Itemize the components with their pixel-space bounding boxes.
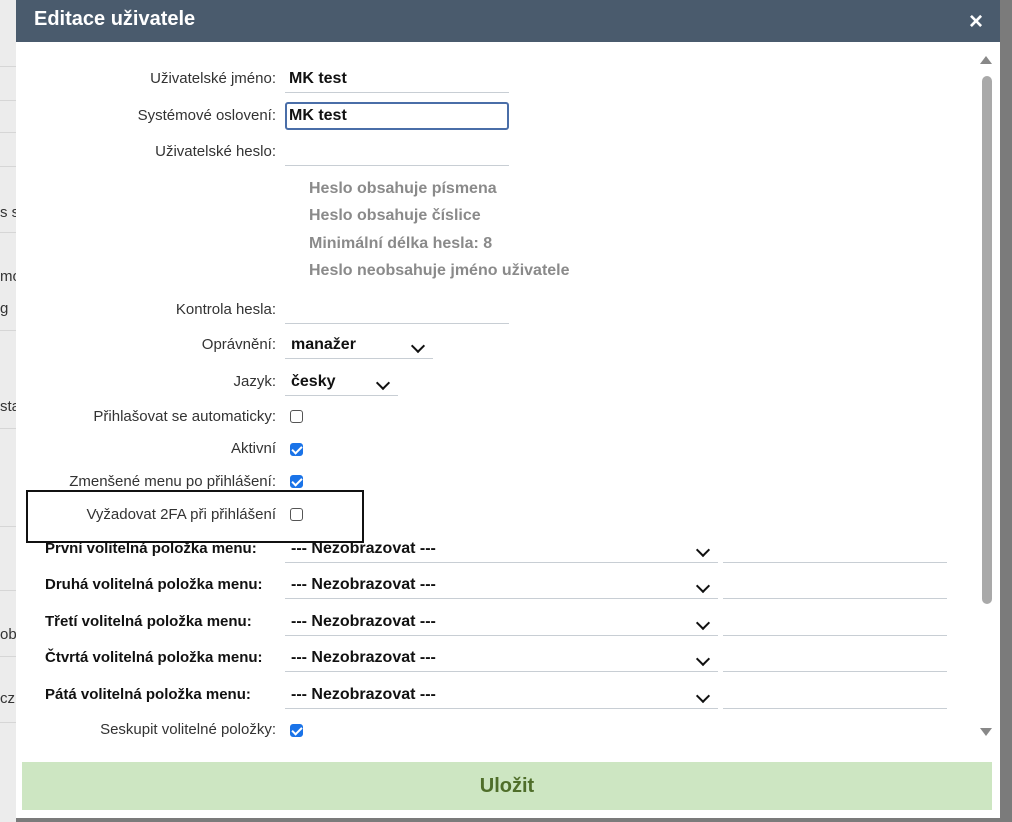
username-label: Uživatelské jméno: — [150, 70, 276, 87]
menu-item-1-extra-input[interactable] — [723, 535, 947, 563]
chevron-down-icon — [410, 338, 426, 354]
bg-row-divider — [0, 656, 16, 657]
menu-item-1-select[interactable]: --- Nezobrazovat --- — [285, 535, 718, 563]
menu-item-2-select[interactable]: --- Nezobrazovat --- — [285, 571, 718, 599]
role-label: Oprávnění: — [201, 336, 276, 353]
menu-item-2-value: --- Nezobrazovat --- — [291, 576, 436, 593]
bg-row-divider — [0, 428, 16, 429]
dialog-form: Uživatelské jméno: MK test Systémové osl… — [16, 42, 1000, 754]
bg-row-divider — [0, 132, 16, 133]
dialog-title: Editace uživatele — [34, 8, 196, 30]
require-2fa-checkbox[interactable] — [290, 508, 303, 521]
bg-text-fragment: g — [0, 300, 9, 317]
salutation-input[interactable]: MK test — [285, 102, 509, 130]
menu-item-3-value: --- Nezobrazovat --- — [291, 613, 436, 630]
role-select[interactable]: manažer — [285, 331, 433, 359]
active-checkbox[interactable] — [290, 443, 303, 456]
bg-row-divider — [0, 66, 16, 67]
password-check-label: Kontrola hesla: — [175, 301, 276, 318]
chevron-down-icon — [375, 375, 391, 391]
chevron-down-icon — [695, 542, 711, 558]
bg-row-divider — [0, 722, 16, 723]
password-check-input[interactable] — [285, 296, 509, 324]
scroll-up-arrow-icon[interactable] — [980, 56, 992, 64]
bg-row-divider — [0, 330, 16, 331]
bg-row-divider — [0, 232, 16, 233]
chevron-down-icon — [695, 651, 711, 667]
password-hint: Heslo obsahuje písmena — [309, 180, 497, 197]
scrollbar-thumb[interactable] — [982, 76, 992, 604]
require-2fa-label: Vyžadovat 2FA při přihlášení — [86, 506, 276, 523]
scroll-down-arrow-icon[interactable] — [980, 728, 992, 736]
chevron-down-icon — [695, 688, 711, 704]
password-hint: Heslo neobsahuje jméno uživatele — [309, 262, 570, 279]
menu-item-4-select[interactable]: --- Nezobrazovat --- — [285, 644, 718, 672]
chevron-down-icon — [695, 578, 711, 594]
language-label: Jazyk: — [233, 373, 276, 390]
username-input[interactable]: MK test — [285, 65, 509, 93]
menu-item-4-extra-input[interactable] — [723, 644, 947, 672]
menu-item-5-extra-input[interactable] — [723, 681, 947, 709]
menu-item-4-value: --- Nezobrazovat --- — [291, 649, 436, 666]
bg-text-fragment: ob — [0, 626, 16, 643]
menu-item-5-value: --- Nezobrazovat --- — [291, 686, 436, 703]
chevron-down-icon — [695, 615, 711, 631]
menu-item-3-label: Třetí volitelná položka menu: — [45, 613, 252, 630]
save-button[interactable]: Uložit — [22, 762, 992, 810]
menu-item-2-extra-input[interactable] — [723, 571, 947, 599]
menu-item-5-label: Pátá volitelná položka menu: — [45, 686, 251, 703]
bg-text-fragment: cz — [0, 690, 15, 707]
menu-item-1-label: První volitelná položka menu: — [45, 540, 257, 557]
bg-text-fragment: sta — [0, 398, 16, 415]
menu-item-5-select[interactable]: --- Nezobrazovat --- — [285, 681, 718, 709]
language-select-value: česky — [291, 373, 336, 390]
menu-item-2-label: Druhá volitelná položka menu: — [45, 576, 263, 593]
group-items-checkbox[interactable] — [290, 724, 303, 737]
bg-text-fragment: mo — [0, 268, 16, 285]
password-input[interactable] — [285, 138, 509, 166]
role-select-value: manažer — [291, 336, 356, 353]
bg-row-divider — [0, 526, 16, 527]
edit-user-dialog: Editace uživatele × Uživatelské jméno: M… — [16, 0, 1000, 818]
auto-login-label: Přihlašovat se automaticky: — [93, 408, 276, 425]
bg-row-divider — [0, 590, 16, 591]
active-label: Aktivní — [230, 440, 276, 457]
password-label: Uživatelské heslo: — [155, 143, 276, 160]
background-page: s s mo g sta ob cz — [0, 0, 16, 822]
bg-row-divider — [0, 166, 16, 167]
dialog-titlebar: Editace uživatele × — [16, 0, 1000, 42]
language-select[interactable]: česky — [285, 368, 398, 396]
bg-row-divider — [0, 100, 16, 101]
password-hint: Minimální délka hesla: 8 — [309, 235, 493, 252]
reduced-menu-label: Zmenšené menu po přihlášení: — [69, 473, 276, 490]
salutation-label: Systémové oslovení: — [137, 107, 276, 124]
bg-text-fragment: s s — [0, 204, 16, 221]
close-icon[interactable]: × — [954, 4, 998, 42]
menu-item-1-value: --- Nezobrazovat --- — [291, 540, 436, 557]
menu-item-4-label: Čtvrtá volitelná položka menu: — [45, 649, 263, 666]
auto-login-checkbox[interactable] — [290, 410, 303, 423]
reduced-menu-checkbox[interactable] — [290, 475, 303, 488]
menu-item-3-select[interactable]: --- Nezobrazovat --- — [285, 608, 718, 636]
password-hint: Heslo obsahuje číslice — [309, 207, 481, 224]
menu-item-3-extra-input[interactable] — [723, 608, 947, 636]
group-items-label: Seskupit volitelné položky: — [100, 721, 276, 738]
